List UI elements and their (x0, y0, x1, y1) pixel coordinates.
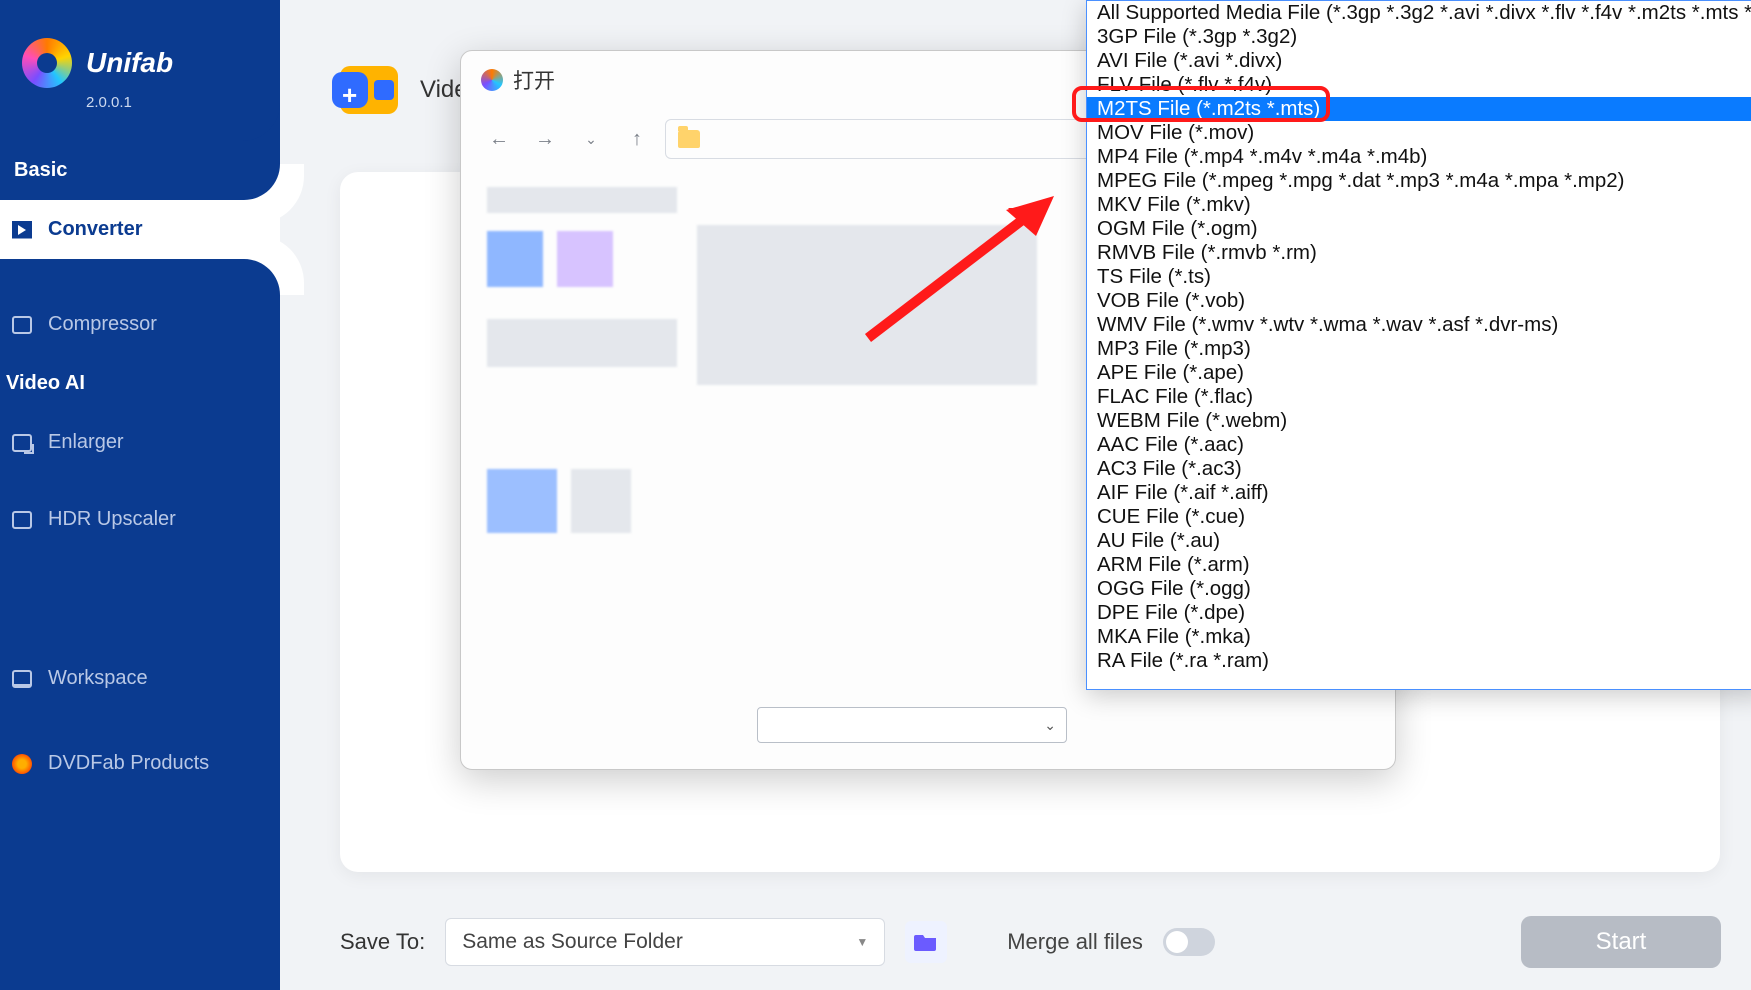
nav-up-button[interactable]: ↑ (619, 121, 655, 157)
sidebar-label: Workspace (48, 667, 148, 690)
sidebar-item-enlarger[interactable]: Enlarger (0, 413, 280, 472)
filetype-option[interactable]: ARM File (*.arm) (1087, 553, 1751, 577)
filetype-option[interactable]: CUE File (*.cue) (1087, 505, 1751, 529)
sidebar: Unifab 2.0.0.1 Basic Converter Compresso… (0, 0, 280, 990)
browse-folder-button[interactable] (905, 921, 947, 963)
app-logo-icon (22, 38, 72, 88)
sidebar-label: DVDFab Products (48, 752, 209, 775)
filetype-option[interactable]: MKA File (*.mka) (1087, 625, 1751, 649)
sidebar-item-converter[interactable]: Converter (0, 200, 280, 259)
sidebar-item-compressor[interactable]: Compressor (0, 295, 280, 354)
enlarge-icon (12, 434, 32, 452)
filetype-option[interactable]: WMV File (*.wmv *.wtv *.wma *.wav *.asf … (1087, 313, 1751, 337)
filetype-option[interactable]: AU File (*.au) (1087, 529, 1751, 553)
save-to-label: Save To: (340, 929, 425, 955)
sidebar-section-basic: Basic (6, 141, 280, 200)
dialog-title: 打开 (513, 65, 555, 95)
add-video-icon: + (340, 66, 398, 114)
play-icon (12, 221, 32, 239)
sidebar-label: HDR Upscaler (48, 508, 176, 531)
sidebar-item-hdr[interactable]: HDR Upscaler (0, 490, 280, 549)
sidebar-label: Compressor (48, 313, 157, 336)
filetype-option[interactable]: MP4 File (*.mp4 *.m4v *.m4a *.m4b) (1087, 145, 1751, 169)
dvdfab-icon (12, 754, 32, 774)
filename-combo[interactable]: ⌄ (757, 707, 1067, 743)
nav-history-button[interactable]: ⌄ (573, 121, 609, 157)
filetype-option[interactable]: MOV File (*.mov) (1087, 121, 1751, 145)
filetype-option[interactable]: AVI File (*.avi *.divx) (1087, 49, 1751, 73)
filetype-option[interactable]: AC3 File (*.ac3) (1087, 457, 1751, 481)
filetype-option[interactable]: MPEG File (*.mpeg *.mpg *.dat *.mp3 *.m4… (1087, 169, 1751, 193)
chevron-down-icon: ▼ (856, 935, 868, 949)
compress-icon (12, 316, 32, 334)
merge-toggle[interactable] (1163, 928, 1215, 956)
filetype-option[interactable]: RMVB File (*.rmvb *.rm) (1087, 241, 1751, 265)
sidebar-item-dvdfab[interactable]: DVDFab Products (0, 734, 280, 793)
filetype-option[interactable]: AAC File (*.aac) (1087, 433, 1751, 457)
app-name: Unifab (86, 47, 173, 79)
nav-back-button[interactable]: ← (481, 121, 517, 157)
filetype-option[interactable]: FLAC File (*.flac) (1087, 385, 1751, 409)
save-to-value: Same as Source Folder (462, 930, 683, 954)
filetype-option[interactable]: AIF File (*.aif *.aiff) (1087, 481, 1751, 505)
sidebar-section-videoai: Video AI (0, 354, 280, 413)
add-video-row[interactable]: + Vide (340, 66, 468, 114)
nav-forward-button[interactable]: → (527, 121, 563, 157)
sidebar-item-workspace[interactable]: Workspace (0, 649, 280, 708)
folder-icon (914, 932, 938, 952)
start-button[interactable]: Start (1521, 916, 1721, 968)
save-to-select[interactable]: Same as Source Folder ▼ (445, 918, 885, 966)
merge-label: Merge all files (1007, 929, 1143, 955)
bottom-bar: Save To: Same as Source Folder ▼ Merge a… (340, 916, 1721, 968)
filetype-option[interactable]: MKV File (*.mkv) (1087, 193, 1751, 217)
monitor-icon (12, 670, 32, 688)
app-version: 2.0.0.1 (86, 94, 252, 111)
filetype-option[interactable]: MP3 File (*.mp3) (1087, 337, 1751, 361)
filetype-option[interactable]: TS File (*.ts) (1087, 265, 1751, 289)
filetype-option[interactable]: OGM File (*.ogm) (1087, 217, 1751, 241)
sidebar-header: Unifab 2.0.0.1 (0, 0, 280, 141)
filetype-option[interactable]: WEBM File (*.webm) (1087, 409, 1751, 433)
filetype-option[interactable]: OGG File (*.ogg) (1087, 577, 1751, 601)
filetype-option[interactable]: M2TS File (*.m2ts *.mts) (1087, 97, 1751, 121)
filetype-option[interactable]: RA File (*.ra *.ram) (1087, 649, 1751, 673)
filetype-option[interactable]: APE File (*.ape) (1087, 361, 1751, 385)
filetype-option[interactable]: DPE File (*.dpe) (1087, 601, 1751, 625)
filetype-option[interactable]: VOB File (*.vob) (1087, 289, 1751, 313)
sidebar-label: Enlarger (48, 431, 124, 454)
filetype-dropdown[interactable]: All Supported Media File (*.3gp *.3g2 *.… (1086, 0, 1751, 690)
filetype-option[interactable]: 3GP File (*.3gp *.3g2) (1087, 25, 1751, 49)
hdr-icon (12, 511, 32, 529)
dialog-logo-icon (481, 69, 503, 91)
filetype-option[interactable]: All Supported Media File (*.3gp *.3g2 *.… (1087, 1, 1751, 25)
folder-icon (678, 130, 700, 148)
chevron-down-icon: ⌄ (1044, 717, 1056, 734)
sidebar-label: Converter (48, 218, 142, 241)
filetype-option[interactable]: FLV File (*.flv *.f4v) (1087, 73, 1751, 97)
